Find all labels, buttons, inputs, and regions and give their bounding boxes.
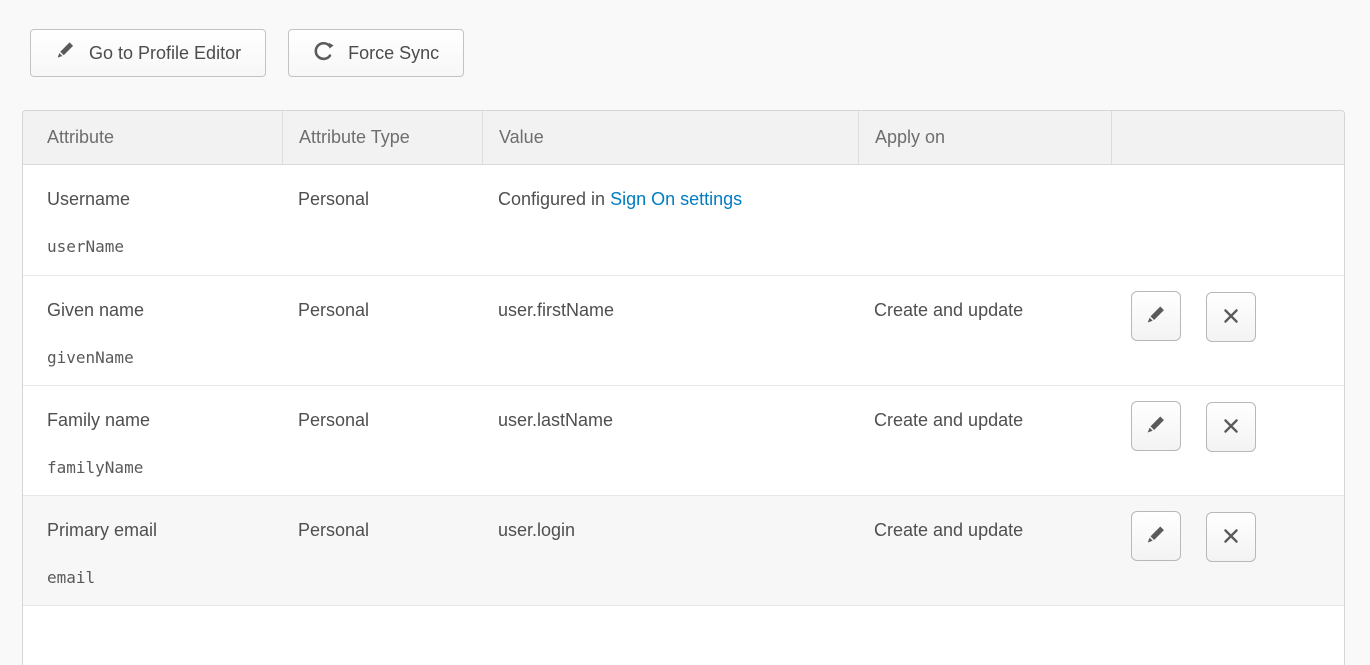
pencil-icon [1145,304,1167,329]
value-cell: user.lastName [482,385,858,495]
edit-attribute-button[interactable] [1131,401,1181,451]
pencil-icon [1145,524,1167,549]
column-header-attribute-type: Attribute Type [282,111,482,165]
value-text: Configured in [498,189,610,209]
force-sync-label: Force Sync [348,43,439,64]
column-header-attribute: Attribute [23,111,282,165]
value-cell: Configured in Sign On settings [482,165,858,275]
go-to-profile-editor-button[interactable]: Go to Profile Editor [30,29,266,77]
value-cell: user.login [482,495,858,605]
refresh-icon [313,40,335,67]
attribute-variable-name: userName [47,237,266,256]
remove-attribute-button[interactable] [1206,292,1256,342]
attribute-type-cell: Personal [282,275,482,385]
table-row: Primary email email Personal user.login … [23,495,1344,605]
apply-on-cell: Create and update [858,495,1111,605]
edit-attribute-button[interactable] [1131,291,1181,341]
column-header-apply-on: Apply on [858,111,1111,165]
close-icon [1221,416,1241,439]
go-to-profile-editor-label: Go to Profile Editor [89,43,241,64]
attribute-variable-name: email [47,568,266,587]
attribute-variable-name: givenName [47,348,266,367]
attribute-label: Family name [47,410,266,431]
attribute-type-cell: Personal [282,495,482,605]
column-header-value: Value [482,111,858,165]
force-sync-button[interactable]: Force Sync [288,29,464,77]
attribute-label: Primary email [47,520,266,541]
attribute-label: Username [47,189,266,210]
remove-attribute-button[interactable] [1206,512,1256,562]
apply-on-cell: Create and update [858,385,1111,495]
attribute-label: Given name [47,300,266,321]
column-header-actions [1111,111,1344,165]
table-row: Given name givenName Personal user.first… [23,275,1344,385]
table-row: Family name familyName Personal user.las… [23,385,1344,495]
close-icon [1221,306,1241,329]
apply-on-cell [858,165,1111,275]
attribute-variable-name: familyName [47,458,266,477]
sign-on-settings-link[interactable]: Sign On settings [610,189,742,209]
table-row [23,605,1344,665]
attribute-mappings-table: Attribute Attribute Type Value Apply on … [22,110,1345,665]
apply-on-cell: Create and update [858,275,1111,385]
attribute-type-cell: Personal [282,165,482,275]
pencil-icon [55,40,76,66]
toolbar: Go to Profile Editor Force Sync [0,0,1370,77]
edit-attribute-button[interactable] [1131,511,1181,561]
close-icon [1221,526,1241,549]
pencil-icon [1145,414,1167,439]
table-header: Attribute Attribute Type Value Apply on [23,111,1344,165]
attribute-type-cell: Personal [282,385,482,495]
remove-attribute-button[interactable] [1206,402,1256,452]
table-row: Username userName Personal Configured in… [23,165,1344,275]
value-cell: user.firstName [482,275,858,385]
